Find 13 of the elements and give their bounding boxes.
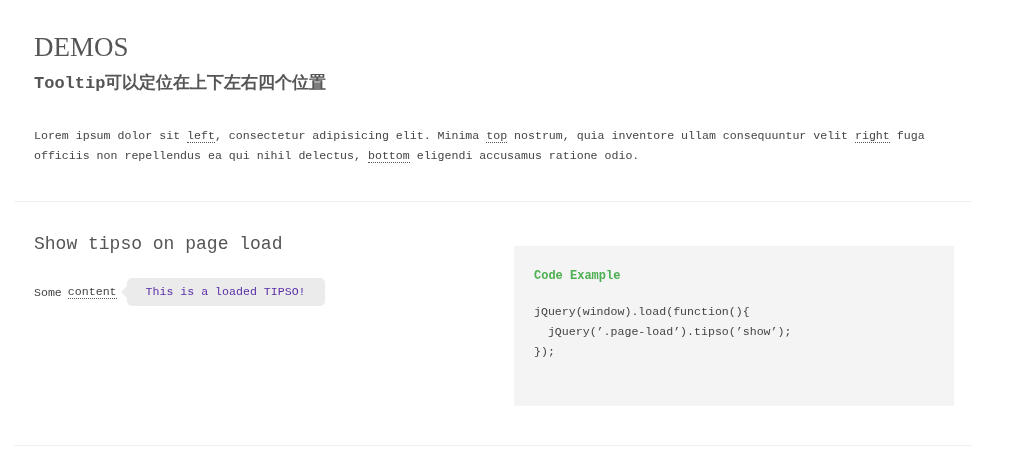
tooltip: This is a loaded TIPSO!	[126, 278, 325, 306]
section-title: Show tipso on page load	[34, 233, 284, 256]
tooltip-link[interactable]: content	[67, 285, 117, 299]
subtitle: Tooltip可以定位在上下左右四个位置	[34, 72, 328, 95]
code-title: Code Example	[534, 268, 622, 284]
demo-label: Some	[34, 285, 62, 299]
page-title: DEMOS	[34, 31, 130, 64]
tooltip-link[interactable]: bottom	[367, 149, 410, 163]
tooltip-link[interactable]: left	[187, 129, 215, 143]
tooltip-link[interactable]: top	[486, 129, 508, 143]
tooltip-link[interactable]: right	[855, 129, 890, 143]
code-text: jQuery(window).load(function(){ jQuery(’.page-load’).tipso(’show’); });	[534, 304, 793, 360]
intro-paragraph: Lorem ipsum dolor sit left, consectetur adipisicing elit. Minima top nostrum, quia inventore ullam consequuntur velit right fuga officiis non repellendus ea qui nihil delectus, bottom eligendi accusamus ratione odio.	[34, 128, 926, 165]
